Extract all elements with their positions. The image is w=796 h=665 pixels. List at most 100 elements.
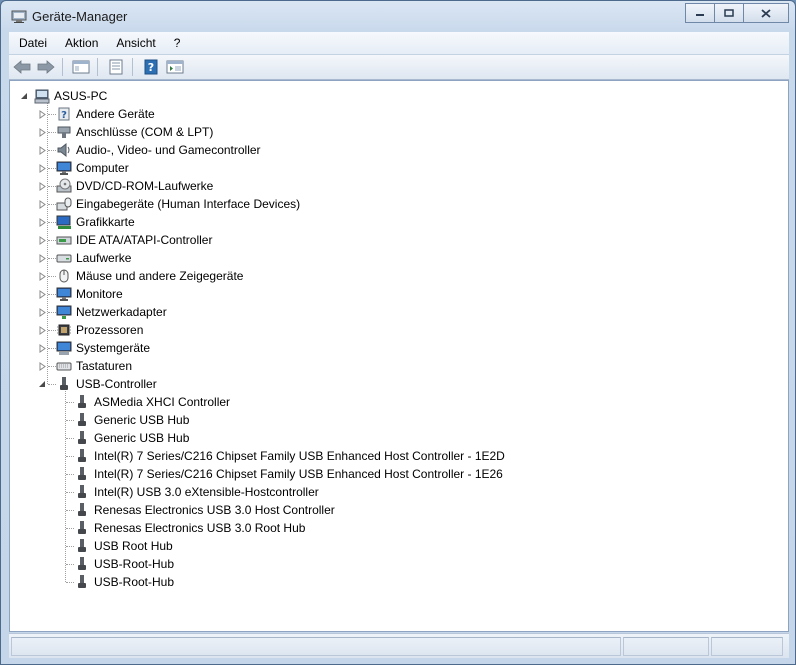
menu-datei[interactable]: Datei [9,36,55,50]
toolbar: ? [9,55,789,80]
minimize-button[interactable] [685,3,715,23]
tree-category-row[interactable]: Laufwerke [38,249,131,267]
minimize-icon [696,14,704,16]
usb-device-label: USB Root Hub [94,539,173,553]
expand-arrow-icon[interactable] [38,344,47,353]
properties-button[interactable] [105,57,127,77]
tree-connector [48,186,56,187]
expand-arrow-icon[interactable] [38,182,47,191]
usb-device-label: USB-Root-Hub [94,557,175,571]
usb-device-row[interactable]: USB-Root-Hub [66,555,174,573]
collapse-arrow-icon[interactable] [38,380,47,389]
status-segment-2 [623,637,709,656]
usb-device-row[interactable]: Intel(R) 7 Series/C216 Chipset Family US… [66,465,503,483]
tree-category-row[interactable]: Tastaturen [38,357,132,375]
usb-device-row[interactable]: Generic USB Hub [66,429,189,447]
tree-category-row[interactable]: ? Andere Geräte [38,105,155,123]
console-tree-button[interactable] [164,57,186,77]
tree-connector [48,330,56,331]
console-tree-icon [166,60,184,74]
usb-device-row[interactable]: Renesas Electronics USB 3.0 Host Control… [66,501,335,519]
processor-icon [57,324,71,336]
usb-device-row[interactable]: USB-Root-Hub [66,573,174,591]
usb-device-row[interactable]: ASMedia XHCI Controller [66,393,230,411]
tree-category-row[interactable]: Netzwerkadapter [38,303,167,321]
maximize-button[interactable] [714,3,744,23]
display-adapter-icon [56,215,71,229]
tree-category-row[interactable]: DVD/CD-ROM-Laufwerke [38,177,213,195]
usb-icon [78,467,86,480]
expand-arrow-icon[interactable] [38,110,47,119]
usb-device-row[interactable]: Renesas Electronics USB 3.0 Root Hub [66,519,305,537]
usb-device-label: Generic USB Hub [94,431,190,445]
tree-connector [48,384,56,385]
tree-category-row[interactable]: USB-Controller [38,375,157,393]
tree-category-row[interactable]: Mäuse und andere Zeigegeräte [38,267,243,285]
tree-category-row[interactable]: Grafikkarte [38,213,135,231]
tree-root-row[interactable]: ASUS-PC [20,87,107,105]
menu-help[interactable]: ? [164,36,189,50]
usb-icon [78,485,86,498]
tree-category-row[interactable]: Computer [38,159,129,177]
tree-category-label: DVD/CD-ROM-Laufwerke [76,179,214,193]
svg-text:?: ? [61,110,67,121]
tree-connector [48,240,56,241]
usb-icon [78,539,86,552]
tree-category-row[interactable]: IDE ATA/ATAPI-Controller [38,231,212,249]
help-icon: ? [144,59,158,75]
disk-drive-icon [56,254,72,263]
tree-category-label: Systemgeräte [76,341,151,355]
tree-category-label: Mäuse und andere Zeigegeräte [76,269,244,283]
expand-arrow-icon[interactable] [38,254,47,263]
properties-icon [109,59,123,75]
expand-arrow-icon[interactable] [38,200,47,209]
tree-connector [48,312,56,313]
usb-device-row[interactable]: USB Root Hub [66,537,173,555]
expand-arrow-icon[interactable] [38,308,47,317]
device-tree[interactable]: ASUS-PC ? Andere Geräte Anschlüsse (COM & … [9,80,789,632]
expand-arrow-icon[interactable] [38,164,47,173]
expand-arrow-icon[interactable] [38,236,47,245]
help-button[interactable]: ? [140,57,162,77]
speaker-icon [57,142,70,158]
usb-icon [78,395,86,408]
expand-arrow-icon[interactable] [38,326,47,335]
tree-category-row[interactable]: Anschlüsse (COM & LPT) [38,123,213,141]
tree-connector [48,276,56,277]
toolbar-separator [97,58,98,76]
menu-ansicht[interactable]: Ansicht [106,36,163,50]
tree-connector [66,438,74,439]
tree-category-row[interactable]: Systemgeräte [38,339,150,357]
tree-category-row[interactable]: Audio-, Video- und Gamecontroller [38,141,261,159]
forward-button[interactable] [35,57,57,77]
toolbar-separator [132,58,133,76]
port-icon [57,126,71,138]
back-arrow-icon [13,60,31,74]
expand-arrow-icon[interactable] [38,128,47,137]
tree-category-row[interactable]: Eingabegeräte (Human Interface Devices) [38,195,300,213]
expand-arrow-icon[interactable] [38,146,47,155]
tree-connector [66,582,74,583]
show-hide-tree-button[interactable] [70,57,92,77]
expand-arrow-icon[interactable] [38,362,47,371]
tree-connector [66,402,74,403]
expand-arrow-icon[interactable] [38,272,47,281]
close-icon [761,8,771,18]
tree-category-row[interactable]: Prozessoren [38,321,143,339]
tree-connector [48,150,56,151]
back-button[interactable] [11,57,33,77]
usb-device-row[interactable]: Intel(R) 7 Series/C216 Chipset Family US… [66,447,505,465]
tree-connector [48,114,56,115]
tree-category-row[interactable]: Monitore [38,285,123,303]
usb-device-row[interactable]: Generic USB Hub [66,411,189,429]
menu-aktion[interactable]: Aktion [55,36,106,50]
tree-connector [48,204,56,205]
title-bar[interactable]: Geräte-Manager [1,1,795,31]
close-button[interactable] [743,3,789,23]
collapse-arrow-icon[interactable] [20,92,29,101]
usb-device-row[interactable]: Intel(R) USB 3.0 eXtensible-Hostcontroll… [66,483,319,501]
usb-device-label: Renesas Electronics USB 3.0 Host Control… [94,503,335,517]
expand-arrow-icon[interactable] [38,290,47,299]
expand-arrow-icon[interactable] [38,218,47,227]
tree-connector [66,492,74,493]
